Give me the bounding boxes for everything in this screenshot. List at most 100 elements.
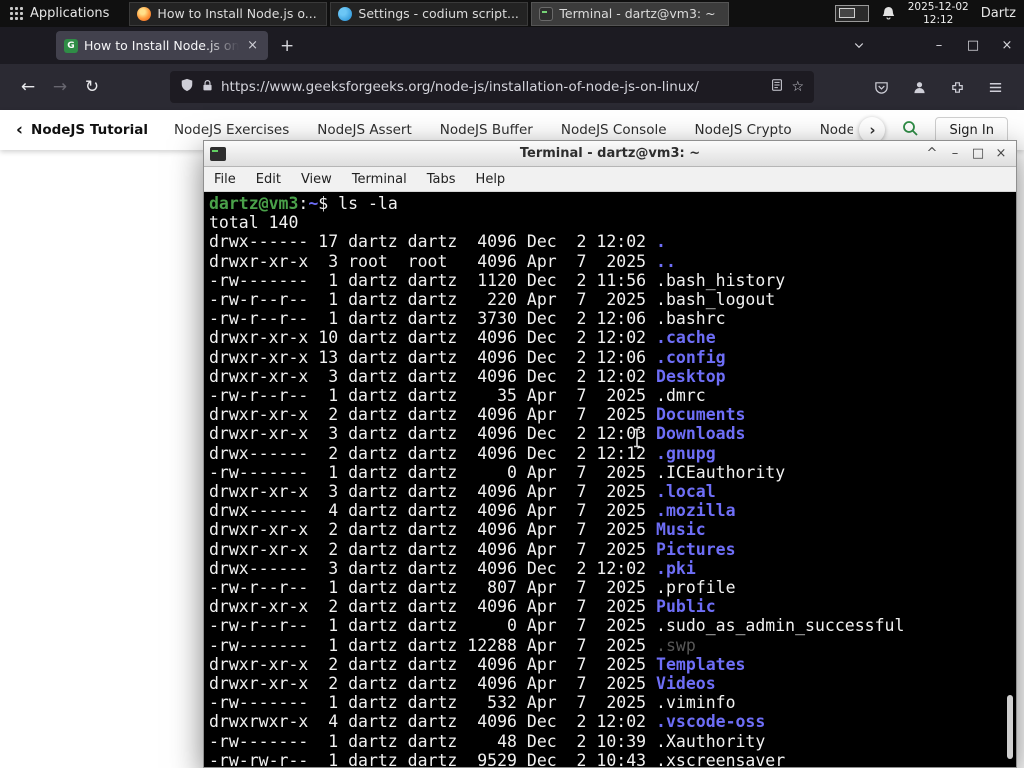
terminal-line: drwxr-xr-x 2 dartz dartz 4096 Apr 7 2025… xyxy=(209,539,736,559)
panel-clock[interactable]: 2025-12-02 12:12 xyxy=(908,1,969,26)
terminal-icon xyxy=(210,146,226,161)
taskbar-window-list: How to Install Node.js o... Settings - c… xyxy=(129,0,732,27)
terminal-output[interactable]: dartz@vm3:~$ ls -la total 140 drwx------ 1… xyxy=(204,192,1016,767)
menu-hamburger-icon[interactable] xyxy=(978,71,1012,103)
nav-link-nodejs-crypto[interactable]: NodeJS Crypto xyxy=(695,122,792,138)
terminal-line: -rw-r--r-- 1 dartz dartz 807 Apr 7 2025 … xyxy=(209,578,736,598)
terminal-line: -rw-rw-r-- 1 dartz dartz 9529 Dec 2 10:4… xyxy=(209,750,786,767)
nav-link-nodejs-buffer[interactable]: NodeJS Buffer xyxy=(440,122,533,138)
menu-view[interactable]: View xyxy=(291,172,342,187)
menu-terminal[interactable]: Terminal xyxy=(342,172,417,187)
terminal-scrollbar[interactable] xyxy=(1007,695,1013,759)
tab-title: How to Install Node.js on xyxy=(84,38,240,53)
terminal-line: -rw-r--r-- 1 dartz dartz 3730 Dec 2 12:0… xyxy=(209,309,726,329)
reader-mode-icon[interactable] xyxy=(770,78,784,96)
nav-links: NodeJS Exercises NodeJS Assert NodeJS Bu… xyxy=(174,122,853,138)
back-button[interactable]: ← xyxy=(12,71,44,103)
applications-grid-icon xyxy=(10,7,23,20)
nav-link-nodejs-exercises[interactable]: NodeJS Exercises xyxy=(174,122,289,138)
nav-link-nodejs-assert[interactable]: NodeJS Assert xyxy=(317,122,412,138)
tracking-shield-icon[interactable] xyxy=(180,78,194,96)
url-text: https://www.geeksforgeeks.org/node-js/in… xyxy=(221,79,699,95)
bookmark-star-icon[interactable]: ☆ xyxy=(791,79,804,95)
pocket-icon[interactable] xyxy=(864,71,898,103)
forward-button[interactable]: → xyxy=(44,71,76,103)
clock-date: 2025-12-02 xyxy=(907,0,969,13)
terminal-window-controls: ^ – □ × xyxy=(922,144,1016,163)
browser-tab[interactable]: G How to Install Node.js on × xyxy=(56,31,268,60)
terminal-line: -rw------- 1 dartz dartz 12288 Apr 7 202… xyxy=(209,635,696,655)
terminal-icon xyxy=(539,6,554,21)
list-all-tabs-icon[interactable] xyxy=(844,36,874,55)
terminal-line: -rw-r--r-- 1 dartz dartz 0 Apr 7 2025 .s… xyxy=(209,616,905,636)
lock-icon xyxy=(201,79,214,96)
terminal-line: drwxr-xr-x 2 dartz dartz 4096 Apr 7 2025… xyxy=(209,520,706,540)
chevron-left-icon: ‹ xyxy=(16,119,24,140)
terminal-shade-button[interactable]: ^ xyxy=(922,144,942,163)
terminal-title: Terminal - dartz@vm3: ~ xyxy=(519,146,701,161)
clock-time: 12:12 xyxy=(923,13,954,26)
reload-button[interactable]: ↻ xyxy=(76,71,108,103)
terminal-window: Terminal - dartz@vm3: ~ ^ – □ × File Edi… xyxy=(203,140,1017,768)
desktop-panel: Applications How to Install Node.js o...… xyxy=(0,0,1024,27)
browser-minimize-button[interactable]: – xyxy=(922,27,956,64)
nav-current-section[interactable]: ‹ NodeJS Tutorial xyxy=(16,119,148,140)
search-icon[interactable] xyxy=(901,119,919,141)
terminal-line: drwxr-xr-x 3 dartz dartz 4096 Dec 2 12:0… xyxy=(209,424,746,444)
toolbar-action-icons xyxy=(864,71,1012,103)
text-cursor xyxy=(632,428,642,452)
url-bar[interactable]: https://www.geeksforgeeks.org/node-js/in… xyxy=(170,71,814,103)
terminal-titlebar[interactable]: Terminal - dartz@vm3: ~ ^ – □ × xyxy=(204,141,1016,167)
browser-close-button[interactable]: × xyxy=(990,27,1024,64)
menu-help[interactable]: Help xyxy=(466,172,516,187)
terminal-line: drwxrwxr-x 4 dartz dartz 4096 Dec 2 12:0… xyxy=(209,712,766,732)
browser-tab-bar: G How to Install Node.js on × + – □ × xyxy=(0,27,1024,64)
terminal-menubar: File Edit View Terminal Tabs Help xyxy=(204,167,1016,192)
extensions-puzzle-icon[interactable] xyxy=(940,71,974,103)
taskbar-window-codium[interactable]: Settings - codium script... xyxy=(330,1,529,26)
browser-maximize-button[interactable]: □ xyxy=(956,27,990,64)
terminal-line: drwxr-xr-x 2 dartz dartz 4096 Apr 7 2025… xyxy=(209,597,716,617)
menu-tabs[interactable]: Tabs xyxy=(417,172,466,187)
applications-label: Applications xyxy=(30,6,110,21)
taskbar-window-label: Settings - codium script... xyxy=(358,6,519,21)
terminal-maximize-button[interactable]: □ xyxy=(968,144,988,163)
terminal-line: drwx------ 3 dartz dartz 4096 Dec 2 12:0… xyxy=(209,558,696,578)
terminal-line: drwxr-xr-x 2 dartz dartz 4096 Apr 7 2025… xyxy=(209,405,746,425)
terminal-line: -rw-r--r-- 1 dartz dartz 35 Apr 7 2025 .… xyxy=(209,386,706,406)
nav-current-label: NodeJS Tutorial xyxy=(31,122,148,138)
terminal-minimize-button[interactable]: – xyxy=(945,144,965,163)
panel-tray: 2025-12-02 12:12 Dartz xyxy=(834,0,1024,30)
terminal-line: dartz@vm3:~$ ls -la xyxy=(209,194,398,213)
applications-menu-button[interactable]: Applications xyxy=(0,0,119,27)
terminal-close-button[interactable]: × xyxy=(991,144,1011,163)
terminal-line: -rw------- 1 dartz dartz 0 Apr 7 2025 .I… xyxy=(209,462,786,482)
taskbar-window-terminal[interactable]: Terminal - dartz@vm3: ~ xyxy=(531,1,730,26)
menu-edit[interactable]: Edit xyxy=(246,172,291,187)
window-controls: – □ × xyxy=(844,27,1024,64)
terminal-line: drwx------ 2 dartz dartz 4096 Dec 2 12:1… xyxy=(209,443,716,463)
firefox-icon xyxy=(137,6,152,21)
terminal-line: drwxr-xr-x 3 root root 4096 Apr 7 2025 .… xyxy=(209,251,676,271)
terminal-line: drwxr-xr-x 3 dartz dartz 4096 Apr 7 2025… xyxy=(209,482,716,502)
taskbar-window-firefox[interactable]: How to Install Node.js o... xyxy=(129,1,328,26)
nav-link-nodejs-dns[interactable]: NodeJS DNS xyxy=(820,122,854,138)
menu-file[interactable]: File xyxy=(204,172,246,187)
nav-link-nodejs-console[interactable]: NodeJS Console xyxy=(561,122,667,138)
terminal-line: -rw-r--r-- 1 dartz dartz 220 Apr 7 2025 … xyxy=(209,290,776,310)
tab-close-icon[interactable]: × xyxy=(245,38,260,53)
terminal-lines: dartz@vm3:~$ ls -la total 140 drwx------ 1… xyxy=(209,194,1016,767)
account-icon[interactable] xyxy=(902,71,936,103)
new-tab-button[interactable]: + xyxy=(280,38,294,55)
terminal-line: total 140 xyxy=(209,213,299,233)
taskbar-window-label: Terminal - dartz@vm3: ~ xyxy=(559,6,716,21)
workspace-mini-window xyxy=(838,8,855,18)
workspace-pager[interactable] xyxy=(834,5,869,22)
terminal-line: drwxr-xr-x 2 dartz dartz 4096 Apr 7 2025… xyxy=(209,654,746,674)
notification-bell-icon[interactable] xyxy=(881,0,896,30)
terminal-line: drwxr-xr-x 13 dartz dartz 4096 Dec 2 12:… xyxy=(209,347,726,367)
codium-icon xyxy=(338,6,353,21)
terminal-line: drwxr-xr-x 10 dartz dartz 4096 Dec 2 12:… xyxy=(209,328,716,348)
user-menu[interactable]: Dartz xyxy=(981,6,1016,21)
terminal-line: drwx------ 17 dartz dartz 4096 Dec 2 12:… xyxy=(209,232,666,252)
